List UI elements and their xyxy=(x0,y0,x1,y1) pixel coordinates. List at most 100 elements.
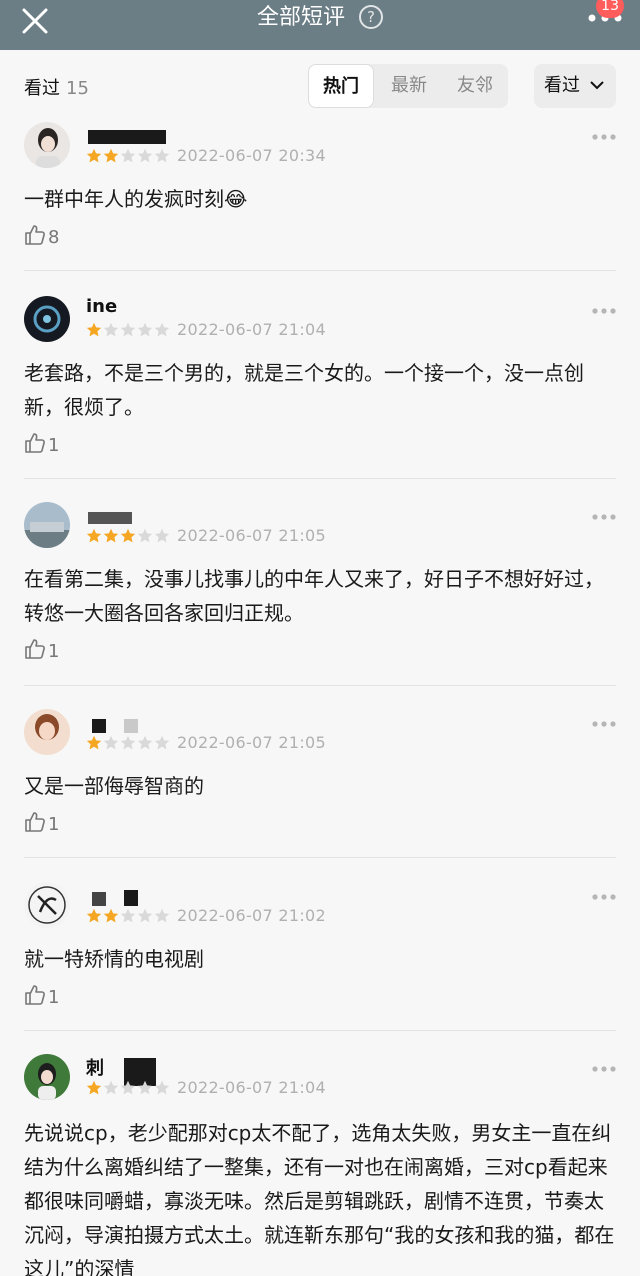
comment-time: 2022-06-07 21:04 xyxy=(177,1078,326,1097)
star-filled-icon xyxy=(103,148,119,163)
star-filled-icon xyxy=(86,1080,102,1095)
rating-stars xyxy=(86,908,171,924)
help-icon[interactable]: ? xyxy=(359,5,383,29)
page-title: 全部短评? xyxy=(0,4,640,32)
star-empty-icon xyxy=(154,148,170,163)
avatar[interactable] xyxy=(24,122,70,168)
star-empty-icon xyxy=(120,908,136,923)
star-empty-icon xyxy=(154,1080,170,1095)
comment-time: 2022-06-07 21:04 xyxy=(177,320,326,339)
avatar[interactable] xyxy=(24,296,70,342)
page-title-text: 全部短评 xyxy=(256,5,345,30)
like-button[interactable]: 1 xyxy=(24,811,59,835)
thumbs-up-icon xyxy=(25,985,45,1005)
star-empty-icon xyxy=(120,322,136,337)
star-empty-icon xyxy=(137,322,153,337)
more-options-icon[interactable] xyxy=(592,134,616,140)
like-count: 1 xyxy=(48,814,60,835)
comment-text: 在看第二集，没事儿找事儿的中年人又来了，好日子不想好好过，转悠一大圈各回各家回归… xyxy=(24,567,604,625)
star-empty-icon xyxy=(120,148,136,163)
redacted-username xyxy=(92,892,106,906)
like-button[interactable]: 8 xyxy=(24,224,59,248)
like-count: 1 xyxy=(48,987,60,1008)
redacted-username xyxy=(124,719,138,733)
star-empty-icon xyxy=(137,735,153,750)
comment-text: 又是一部侮辱智商的 xyxy=(24,774,204,798)
rating-stars xyxy=(86,322,171,338)
username[interactable]: ine xyxy=(86,296,117,320)
redacted-username xyxy=(88,512,132,524)
filter-bar: 看过 15 热门 最新 友邻 看过 xyxy=(0,50,640,120)
star-empty-icon xyxy=(120,1080,136,1095)
star-empty-icon xyxy=(137,1080,153,1095)
star-empty-icon xyxy=(103,735,119,750)
tab-friends[interactable]: 友邻 xyxy=(442,64,508,108)
comment-time: 2022-06-07 21:02 xyxy=(177,906,326,925)
comment-time: 2022-06-07 21:05 xyxy=(177,733,326,752)
status-filter-label: 看过 xyxy=(544,75,580,96)
seen-count: 15 xyxy=(66,78,89,99)
more-options-icon[interactable] xyxy=(592,721,616,727)
status-filter-dropdown[interactable]: 看过 xyxy=(534,64,616,108)
thumbs-up-icon xyxy=(25,433,45,453)
comment-text: 一群中年人的发疯时刻😂 xyxy=(24,187,248,211)
divider xyxy=(24,857,616,858)
seen-summary: 看过 15 xyxy=(24,74,89,100)
comment-time: 2022-06-07 20:34 xyxy=(177,146,326,165)
star-empty-icon xyxy=(137,148,153,163)
rating-stars xyxy=(86,528,171,544)
avatar[interactable] xyxy=(24,1054,70,1100)
avatar[interactable] xyxy=(24,709,70,755)
like-count: 8 xyxy=(48,227,60,248)
star-filled-icon xyxy=(86,908,102,923)
star-filled-icon xyxy=(86,735,102,750)
avatar[interactable] xyxy=(24,502,70,548)
like-button[interactable]: 1 xyxy=(24,984,59,1008)
star-filled-icon xyxy=(120,528,136,543)
star-filled-icon xyxy=(103,528,119,543)
star-filled-icon xyxy=(86,528,102,543)
avatar[interactable] xyxy=(24,882,70,928)
rating-stars xyxy=(86,148,171,164)
like-button[interactable]: 1 xyxy=(24,638,59,662)
thumbs-up-icon xyxy=(25,225,45,245)
tab-hot[interactable]: 热门 xyxy=(308,64,374,108)
redacted-username xyxy=(88,130,166,144)
comment-text: 老套路，不是三个男的，就是三个女的。一个接一个，没一点创新，很烦了。 xyxy=(24,361,584,419)
star-empty-icon xyxy=(154,528,170,543)
more-options-icon[interactable] xyxy=(592,1066,616,1072)
star-empty-icon xyxy=(154,735,170,750)
star-empty-icon xyxy=(137,908,153,923)
star-empty-icon xyxy=(103,322,119,337)
comment-time: 2022-06-07 21:05 xyxy=(177,526,326,545)
more-options-icon[interactable] xyxy=(592,308,616,314)
seen-label: 看过 xyxy=(24,78,60,99)
top-bar: 全部短评? 13 xyxy=(0,0,640,50)
tab-latest[interactable]: 最新 xyxy=(376,64,442,108)
star-filled-icon xyxy=(103,908,119,923)
star-filled-icon xyxy=(86,322,102,337)
redacted-username xyxy=(92,719,106,733)
like-count: 1 xyxy=(48,435,60,456)
star-empty-icon xyxy=(103,1080,119,1095)
divider xyxy=(24,685,616,686)
rating-stars xyxy=(86,1080,171,1096)
more-options-icon[interactable] xyxy=(592,894,616,900)
divider xyxy=(24,1030,616,1031)
star-empty-icon xyxy=(120,735,136,750)
chevron-down-icon xyxy=(590,81,604,90)
star-empty-icon xyxy=(154,908,170,923)
divider xyxy=(24,270,616,271)
thumbs-up-icon xyxy=(25,812,45,832)
username[interactable]: 刺 xyxy=(86,1054,104,1079)
like-button[interactable]: 1 xyxy=(24,432,59,456)
comment-text: 先说说cp，老少配那对cp太不配了，选角太失败，男女主一直在纠结为什么离婚纠结了… xyxy=(24,1121,615,1276)
divider xyxy=(24,478,616,479)
more-options-icon[interactable] xyxy=(592,514,616,520)
thumbs-up-icon xyxy=(25,639,45,659)
rating-stars xyxy=(86,735,171,751)
like-count: 1 xyxy=(48,641,60,662)
star-filled-icon xyxy=(86,148,102,163)
star-empty-icon xyxy=(154,322,170,337)
redacted-username xyxy=(124,890,138,906)
